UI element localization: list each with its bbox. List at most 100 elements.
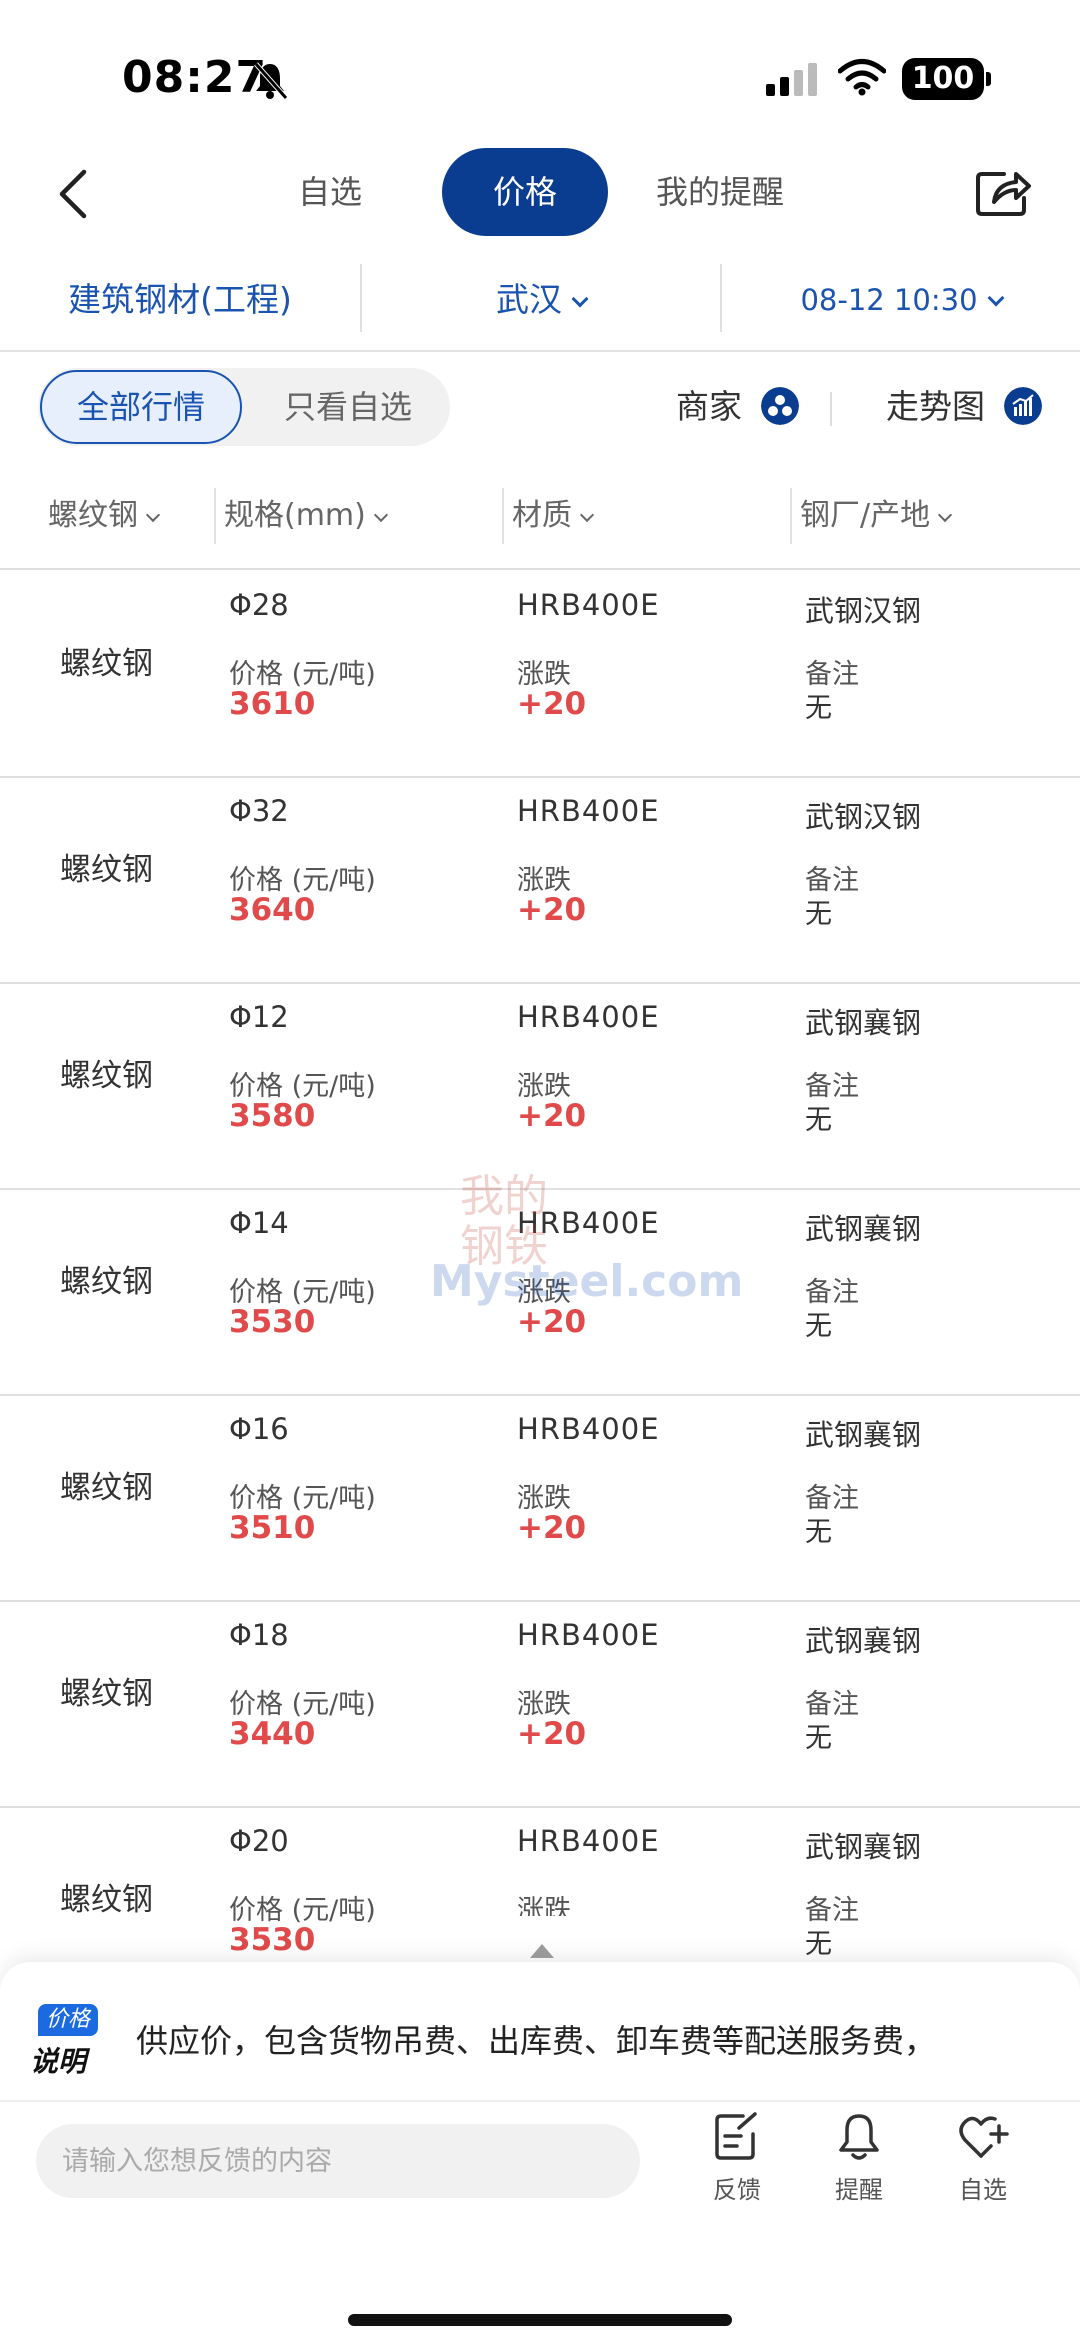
city-filter-label: 武汉 (496, 280, 562, 319)
divider (0, 2100, 1080, 2102)
remind-button[interactable]: 提醒 (814, 2112, 904, 2205)
merchant-icon (760, 386, 799, 425)
share-icon[interactable] (974, 166, 1032, 218)
mill-value: 武钢襄钢 (805, 1830, 922, 1864)
trend-chart-label: 走势图 (886, 387, 985, 426)
market-scope-toggle: 全部行情 只看自选 (38, 368, 450, 446)
mill-value: 武钢汉钢 (805, 800, 922, 834)
material-value: HRB400E (517, 794, 660, 828)
badge-bottom-label: 说明 (30, 2045, 87, 2078)
merchant-label: 商家 (676, 387, 742, 426)
favorite-label: 自选 (959, 2176, 1007, 2204)
category-filter-label: 建筑钢材(工程) (68, 280, 292, 319)
note-value: 无 (805, 1311, 832, 1342)
wifi-icon (838, 59, 886, 96)
spec-value: Φ28 (229, 588, 289, 622)
tab-my-alerts[interactable]: 我的提醒 (640, 148, 800, 236)
spec-value: Φ20 (229, 1824, 289, 1858)
price-value: 3510 (229, 1510, 316, 1546)
merchant-button[interactable]: 商家 (676, 382, 799, 432)
change-value: +20 (517, 1304, 587, 1340)
material-value: HRB400E (517, 1000, 660, 1034)
change-value: +20 (517, 686, 587, 722)
add-favorite-button[interactable]: 自选 (938, 2112, 1028, 2205)
column-filter-mill[interactable]: 钢厂/产地 (800, 486, 953, 546)
column-product-label: 螺纹钢 (48, 498, 138, 533)
table-row[interactable]: 螺纹钢 Φ32 HRB400E 武钢汉钢 价格 (元/吨) 涨跌 备注 3640… (0, 778, 1080, 984)
column-filter-product[interactable]: 螺纹钢 (48, 486, 161, 546)
product-name: 螺纹钢 (60, 1676, 153, 1712)
table-row[interactable]: 螺纹钢 Φ16 HRB400E 武钢襄钢 价格 (元/吨) 涨跌 备注 3510… (0, 1396, 1080, 1602)
feedback-edit-icon (715, 2112, 757, 2160)
all-market-button[interactable]: 全部行情 (40, 370, 242, 444)
spec-value: Φ14 (229, 1206, 289, 1240)
product-name: 螺纹钢 (60, 852, 153, 888)
chevron-down-icon (987, 289, 1005, 307)
filter-bar: 建筑钢材(工程) 武汉 08-12 10:30 (0, 258, 1080, 352)
divider (502, 488, 504, 544)
tab-price[interactable]: 价格 (442, 148, 608, 236)
trend-chart-button[interactable]: 走势图 (886, 382, 1042, 432)
feedback-button[interactable]: 反馈 (692, 2112, 782, 2205)
table-row[interactable]: 螺纹钢 Φ14 HRB400E 武钢襄钢 价格 (元/吨) 涨跌 备注 3530… (0, 1190, 1080, 1396)
status-bar: 08:27 100 (0, 0, 1080, 140)
product-name: 螺纹钢 (60, 646, 153, 682)
note-value: 无 (805, 1929, 832, 1960)
price-value: 3530 (229, 1304, 316, 1340)
spec-value: Φ32 (229, 794, 289, 828)
back-arrow-icon[interactable] (52, 164, 100, 224)
chevron-up-icon[interactable] (530, 1944, 554, 1958)
spec-value: Φ12 (229, 1000, 289, 1034)
table-row[interactable]: 螺纹钢 Φ18 HRB400E 武钢襄钢 价格 (元/吨) 涨跌 备注 3440… (0, 1602, 1080, 1808)
mill-value: 武钢襄钢 (805, 1006, 922, 1040)
top-nav: 自选 价格 我的提醒 (0, 140, 1080, 252)
product-name: 螺纹钢 (60, 1264, 153, 1300)
price-list: 螺纹钢 Φ28 HRB400E 武钢汉钢 价格 (元/吨) 涨跌 备注 3610… (0, 572, 1080, 2014)
change-value: +20 (517, 1510, 587, 1546)
mill-value: 武钢汉钢 (805, 594, 922, 628)
mill-value: 武钢襄钢 (805, 1624, 922, 1658)
column-header-row: 螺纹钢 规格(mm) 材质 钢厂/产地 (0, 478, 1080, 570)
cellular-signal-icon (766, 63, 817, 96)
city-filter[interactable]: 武汉 (362, 258, 720, 352)
panel-handle[interactable] (488, 1916, 594, 1968)
bell-muted-icon (254, 62, 288, 100)
datetime-filter-label: 08-12 10:30 (800, 283, 978, 317)
note-value: 无 (805, 1105, 832, 1136)
material-value: HRB400E (517, 1824, 660, 1858)
note-value: 无 (805, 899, 832, 930)
material-value: HRB400E (517, 1206, 660, 1240)
product-name: 螺纹钢 (60, 1058, 153, 1094)
bell-icon (839, 2114, 879, 2160)
trend-chart-icon (1003, 386, 1042, 425)
table-row[interactable]: 螺纹钢 Φ28 HRB400E 武钢汉钢 价格 (元/吨) 涨跌 备注 3610… (0, 572, 1080, 778)
change-value: +20 (517, 1716, 587, 1752)
spec-value: Φ16 (229, 1412, 289, 1446)
change-value: +20 (517, 1098, 587, 1134)
column-mill-label: 钢厂/产地 (800, 498, 931, 533)
table-row[interactable]: 螺纹钢 Φ12 HRB400E 武钢襄钢 价格 (元/吨) 涨跌 备注 3580… (0, 984, 1080, 1190)
category-filter[interactable]: 建筑钢材(工程) (0, 258, 360, 352)
price-value: 3530 (229, 1922, 316, 1958)
home-indicator[interactable] (348, 2314, 732, 2326)
datetime-filter[interactable]: 08-12 10:30 (722, 258, 1080, 352)
price-value: 3580 (229, 1098, 316, 1134)
watchlist-only-button[interactable]: 只看自选 (248, 370, 448, 444)
tab-watchlist[interactable]: 自选 (270, 148, 390, 236)
column-spec-label: 规格(mm) (224, 498, 366, 533)
feedback-input[interactable] (36, 2124, 640, 2198)
note-value: 无 (805, 693, 832, 724)
column-filter-material[interactable]: 材质 (512, 486, 595, 546)
spec-value: Φ18 (229, 1618, 289, 1652)
price-value: 3440 (229, 1716, 316, 1752)
heart-plus-icon (959, 2116, 1009, 2158)
feedback-label: 反馈 (713, 2176, 761, 2204)
battery-indicator: 100 (902, 58, 991, 100)
note-value: 无 (805, 1723, 832, 1754)
chevron-down-icon (373, 507, 388, 523)
product-name: 螺纹钢 (60, 1882, 153, 1918)
column-filter-spec[interactable]: 规格(mm) (224, 486, 388, 546)
remind-label: 提醒 (835, 2176, 883, 2204)
product-name: 螺纹钢 (60, 1470, 153, 1506)
badge-top-label: 价格 (38, 2004, 98, 2036)
